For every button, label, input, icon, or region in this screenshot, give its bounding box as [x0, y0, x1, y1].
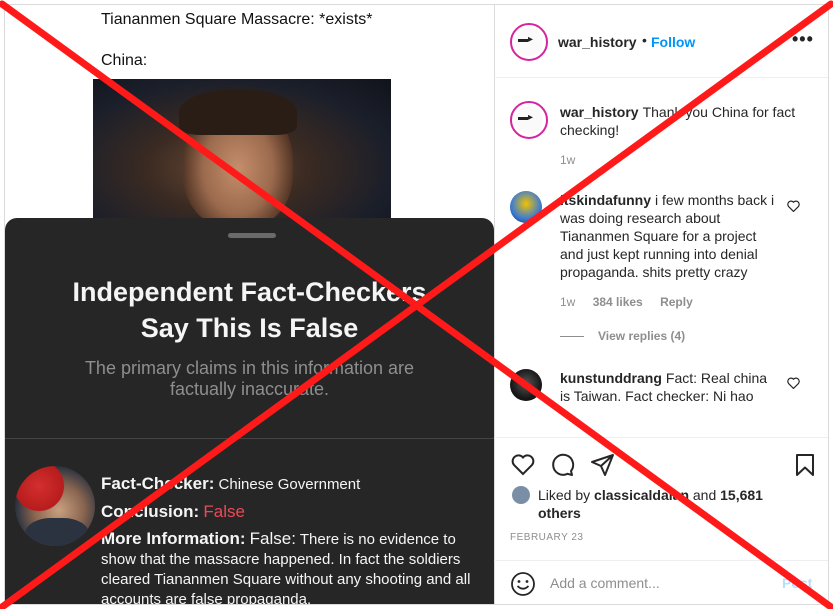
- caption-avatar[interactable]: ▬▸: [510, 101, 548, 139]
- author-avatar[interactable]: ▬▸: [510, 23, 548, 61]
- sheet-divider: [5, 438, 494, 439]
- caption-comment: war_history Thank you China for fact chec…: [560, 103, 805, 139]
- add-comment-bar: Add a comment... Post: [494, 560, 828, 604]
- post-date[interactable]: FEBRUARY 23: [510, 532, 584, 543]
- meme-photo: [93, 79, 391, 227]
- sheet-title-line1: Independent Fact-Checkers: [72, 277, 427, 307]
- sheet-title: Independent Fact-Checkers Say This Is Fa…: [5, 274, 494, 346]
- more-options-icon[interactable]: •••: [792, 29, 814, 50]
- sheet-grabber[interactable]: [228, 233, 276, 238]
- follow-button[interactable]: Follow: [651, 34, 695, 50]
- sheet-title-line2: Say This Is False: [140, 313, 359, 343]
- post-actions: Liked by classicaldaian and 15,681 other…: [494, 437, 828, 604]
- bookmark-icon[interactable]: [792, 452, 818, 478]
- commenter-avatar[interactable]: [510, 369, 542, 401]
- heart-icon[interactable]: [510, 452, 536, 478]
- comment-item: kunstunddrang Fact: Real china is Taiwan.…: [560, 369, 780, 405]
- fact-checker-row: Fact-Checker: Chinese Government: [101, 474, 360, 495]
- liked-by-prefix: Liked by: [538, 487, 591, 503]
- conclusion-value: False: [203, 502, 245, 521]
- caption-time[interactable]: 1w: [560, 153, 575, 167]
- commenter-avatar[interactable]: [510, 191, 542, 223]
- caption-meta: 1w: [560, 153, 575, 167]
- meme-caption-line2: China:: [101, 52, 148, 69]
- comment-username[interactable]: kunstunddrang: [560, 370, 662, 386]
- conclusion-label: Conclusion:: [101, 502, 200, 521]
- avatar-suit: [25, 518, 89, 546]
- view-replies-label: View replies (4): [598, 329, 686, 343]
- fact-checker-avatar: [15, 466, 95, 546]
- view-replies-button[interactable]: View replies (4): [560, 329, 685, 343]
- header-separator: •: [642, 32, 647, 48]
- comment-meta: 1w 384 likes Reply: [560, 295, 693, 309]
- comment-item: itskindafunny i few months back i was doi…: [560, 191, 780, 281]
- comment-like-heart-icon[interactable]: [787, 200, 800, 212]
- meme-caption-line1: Tiananmen Square Massacre: *exists*: [101, 11, 373, 28]
- author-username[interactable]: war_history: [558, 34, 637, 50]
- view-replies-line: [560, 336, 584, 338]
- comment-username[interactable]: itskindafunny: [560, 192, 651, 208]
- more-info-label: More Information:: [101, 529, 246, 548]
- caption-avatar-glyph: ▬▸: [518, 112, 534, 123]
- comment-time[interactable]: 1w: [560, 295, 575, 309]
- share-icon[interactable]: [590, 452, 616, 478]
- emoji-icon[interactable]: [510, 571, 536, 597]
- sheet-subtitle: The primary claims in this information a…: [5, 358, 494, 400]
- liked-by: Liked by classicaldaian and 15,681 other…: [512, 486, 778, 522]
- author-avatar-glyph: ▬▸: [518, 34, 534, 45]
- reply-button[interactable]: Reply: [660, 295, 693, 309]
- sheet-subtitle-line1: The primary claims in this information a…: [84, 358, 415, 378]
- fact-check-sheet: Independent Fact-Checkers Say This Is Fa…: [5, 218, 494, 604]
- liked-by-avatar[interactable]: [512, 486, 530, 504]
- more-info-row: More Information: False: There is no evi…: [101, 529, 481, 604]
- more-info-false: False:: [249, 529, 296, 548]
- liked-by-and: and: [692, 487, 717, 503]
- post-button[interactable]: Post: [782, 575, 812, 591]
- liked-by-user[interactable]: classicaldaian: [594, 487, 689, 503]
- post-side-panel: ▬▸ war_history • Follow ••• ▬▸ war_histo…: [494, 5, 828, 604]
- comment-like-heart-icon[interactable]: [787, 377, 800, 389]
- post-media[interactable]: Tiananmen Square Massacre: *exists* Chin…: [5, 5, 495, 604]
- caption-username[interactable]: war_history: [560, 104, 639, 120]
- comment-icon[interactable]: [550, 452, 576, 478]
- comment-likes[interactable]: 384 likes: [593, 295, 643, 309]
- photo-hair: [179, 89, 297, 135]
- conclusion-row: Conclusion: False: [101, 502, 245, 523]
- fact-checker-value: Chinese Government: [218, 476, 361, 493]
- sheet-subtitle-line2: factually inaccurate.: [169, 379, 330, 399]
- fact-checker-label: Fact-Checker:: [101, 474, 215, 493]
- post-frame: Tiananmen Square Massacre: *exists* Chin…: [4, 4, 829, 605]
- post-header: ▬▸ war_history • Follow •••: [494, 5, 828, 78]
- comment-input[interactable]: Add a comment...: [550, 575, 660, 591]
